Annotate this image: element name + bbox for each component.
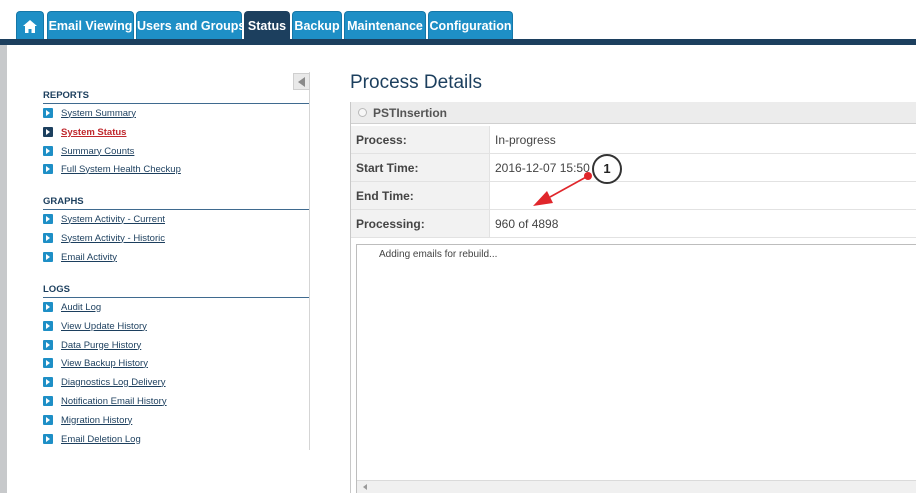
sidebar-item-diagnostics-log-delivery[interactable]: Diagnostics Log Delivery xyxy=(43,375,166,389)
processing-label: Processing: xyxy=(351,210,490,237)
sidebar-item-label[interactable]: Data Purge History xyxy=(61,340,141,351)
start-time-label: Start Time: xyxy=(351,154,490,181)
home-icon xyxy=(23,20,37,33)
sidebar-item-label[interactable]: Notification Email History xyxy=(61,396,167,407)
collapse-sidebar-button[interactable] xyxy=(293,73,310,90)
arrow-icon xyxy=(43,252,53,262)
sidebar-item-data-purge-history[interactable]: Data Purge History xyxy=(43,338,141,352)
end-time-label: End Time: xyxy=(351,182,490,209)
end-time-value xyxy=(490,182,916,209)
collapse-arrow-icon xyxy=(298,77,305,87)
process-panel: PSTInsertion Process: In-progress Start … xyxy=(350,102,916,493)
tab-users-and-groups[interactable]: Users and Groups xyxy=(136,11,245,41)
radio-icon xyxy=(358,108,367,117)
reports-section-title: REPORTS xyxy=(43,90,309,104)
sidebar-item-label[interactable]: System Status xyxy=(61,127,126,138)
start-time-value: 2016-12-07 15:50 xyxy=(495,161,590,175)
sidebar-item-label[interactable]: Audit Log xyxy=(61,302,101,313)
logs-section-title: LOGS xyxy=(43,284,309,298)
arrow-icon xyxy=(43,214,53,224)
sidebar-item-label[interactable]: Summary Counts xyxy=(61,146,134,157)
tab-email-viewing[interactable]: Email Viewing xyxy=(47,11,134,41)
arrow-icon xyxy=(43,434,53,444)
sidebar: REPORTS System Summary System Status Sum… xyxy=(43,45,310,450)
arrow-icon xyxy=(43,358,53,368)
panel-header-label: PSTInsertion xyxy=(373,105,448,120)
arrow-icon xyxy=(43,396,53,406)
sidebar-item-label[interactable]: Migration History xyxy=(61,415,132,426)
sidebar-item-summary-counts[interactable]: Summary Counts xyxy=(43,144,134,158)
sidebar-item-email-deletion-log[interactable]: Email Deletion Log xyxy=(43,432,141,446)
sidebar-item-notification-email-history[interactable]: Notification Email History xyxy=(43,394,167,408)
sidebar-item-view-update-history[interactable]: View Update History xyxy=(43,319,147,333)
arrow-icon xyxy=(43,321,53,331)
left-edge-strip xyxy=(0,45,7,493)
arrow-icon xyxy=(43,164,53,174)
sidebar-item-label[interactable]: System Summary xyxy=(61,108,136,119)
sidebar-item-system-summary[interactable]: System Summary xyxy=(43,106,136,120)
sidebar-item-label[interactable]: System Activity - Current xyxy=(61,214,165,225)
process-details-table: Process: In-progress Start Time: 2016-12… xyxy=(351,126,916,238)
sidebar-item-migration-history[interactable]: Migration History xyxy=(43,413,132,427)
process-label: Process: xyxy=(351,126,490,153)
tab-maintenance[interactable]: Maintenance xyxy=(344,11,426,41)
graphs-section-title: GRAPHS xyxy=(43,196,309,210)
sidebar-divider xyxy=(309,72,310,450)
top-tab-bar: Email Viewing Users and Groups Status Ba… xyxy=(0,0,916,45)
table-row: Processing: 960 of 4898 xyxy=(351,210,916,238)
tab-status[interactable]: Status xyxy=(244,11,290,41)
arrow-icon xyxy=(43,415,53,425)
horizontal-scrollbar[interactable] xyxy=(357,480,916,493)
sidebar-item-label[interactable]: Email Activity xyxy=(61,252,117,263)
table-row: Start Time: 2016-12-07 15:50 xyxy=(351,154,916,182)
sidebar-item-system-status[interactable]: System Status xyxy=(43,125,126,139)
sidebar-item-view-backup-history[interactable]: View Backup History xyxy=(43,356,148,370)
sidebar-item-email-activity[interactable]: Email Activity xyxy=(43,250,117,264)
scroll-left-icon[interactable] xyxy=(363,484,367,490)
arrow-icon xyxy=(43,340,53,350)
sidebar-item-label[interactable]: Full System Health Checkup xyxy=(61,164,181,175)
sidebar-item-audit-log[interactable]: Audit Log xyxy=(43,300,101,314)
table-row: Process: In-progress xyxy=(351,126,916,154)
sidebar-item-full-system-health-checkup[interactable]: Full System Health Checkup xyxy=(43,162,181,176)
table-row: End Time: xyxy=(351,182,916,210)
tab-configuration[interactable]: Configuration xyxy=(428,11,513,41)
arrow-icon xyxy=(43,233,53,243)
sidebar-item-system-activity-current[interactable]: System Activity - Current xyxy=(43,212,165,226)
page-title: Process Details xyxy=(350,72,482,93)
arrow-icon xyxy=(43,302,53,312)
processing-value: 960 of 4898 xyxy=(495,217,559,231)
log-output-box[interactable]: Adding emails for rebuild... xyxy=(356,244,916,493)
arrow-icon xyxy=(43,377,53,387)
tab-home[interactable] xyxy=(16,11,44,41)
app-window: Email Viewing Users and Groups Status Ba… xyxy=(0,0,916,493)
arrow-icon xyxy=(43,146,53,156)
tab-backup[interactable]: Backup xyxy=(292,11,342,41)
log-text: Adding emails for rebuild... xyxy=(379,249,498,260)
sidebar-item-label[interactable]: View Update History xyxy=(61,321,147,332)
sidebar-item-label[interactable]: Email Deletion Log xyxy=(61,434,141,445)
arrow-icon xyxy=(43,108,53,118)
annotation-badge: 1 xyxy=(592,154,622,184)
sidebar-item-system-activity-historic[interactable]: System Activity - Historic xyxy=(43,231,165,245)
sidebar-item-label[interactable]: Diagnostics Log Delivery xyxy=(61,377,166,388)
panel-header[interactable]: PSTInsertion xyxy=(351,102,916,124)
arrow-icon xyxy=(43,127,53,137)
sidebar-item-label[interactable]: System Activity - Historic xyxy=(61,233,165,244)
sidebar-item-label[interactable]: View Backup History xyxy=(61,358,148,369)
process-value: In-progress xyxy=(495,133,556,147)
